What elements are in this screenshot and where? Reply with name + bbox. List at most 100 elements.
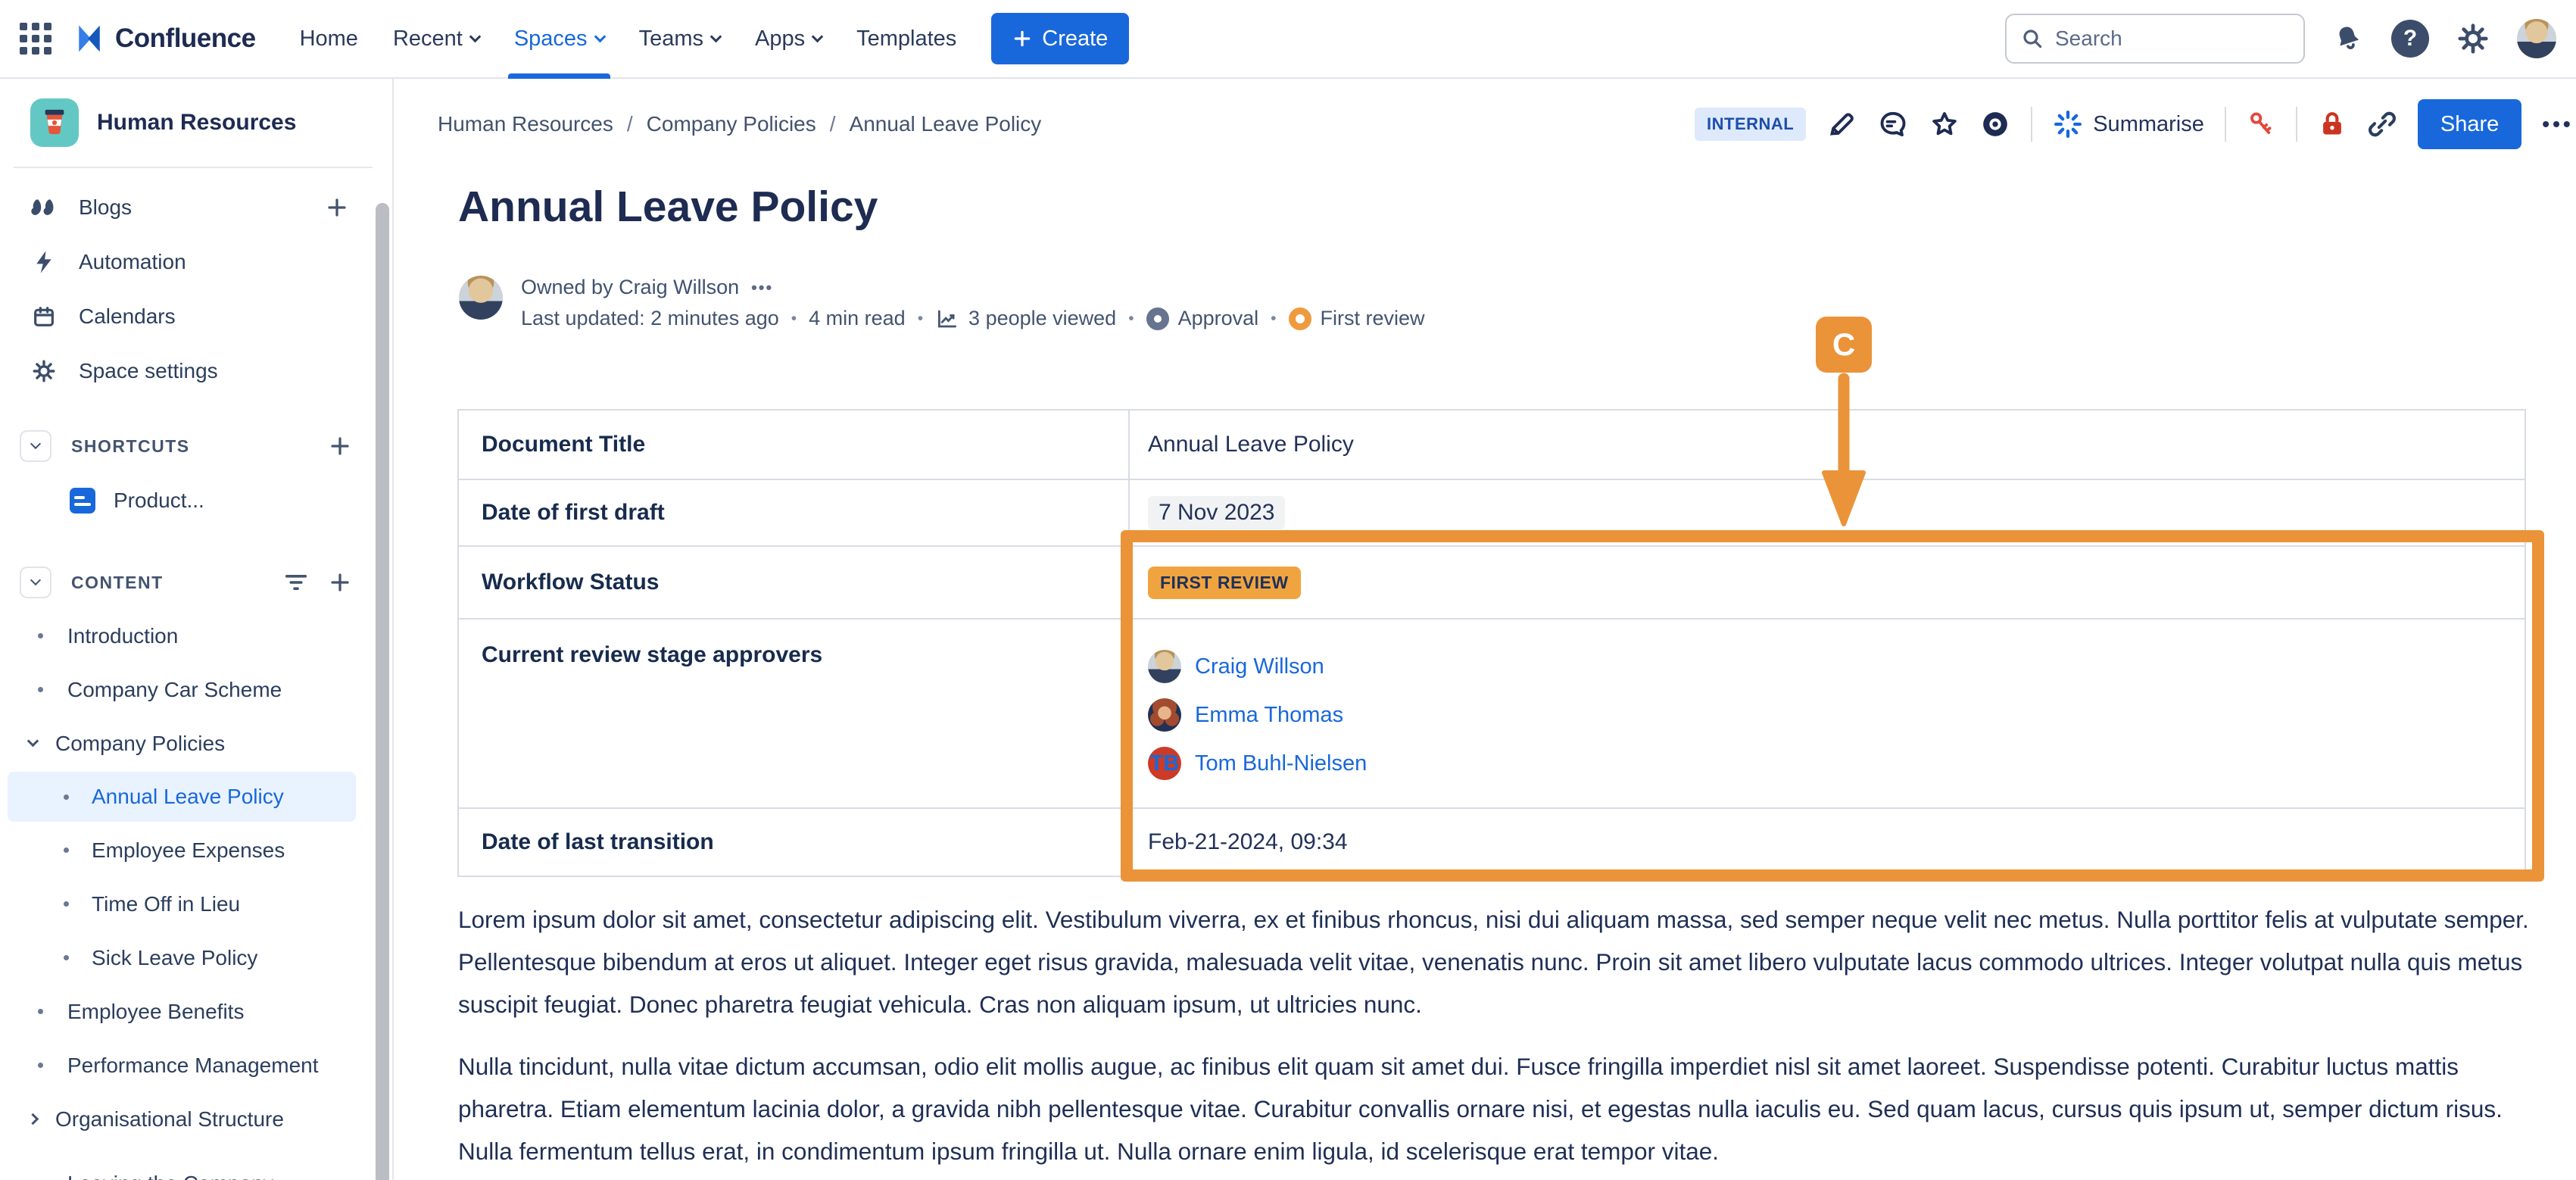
approval-status-icon [1146,307,1169,330]
notifications-bell-icon[interactable] [2332,23,2364,55]
nav-spaces[interactable]: Spaces [514,0,604,77]
sidebar-item-space-settings[interactable]: Space settings [0,344,392,398]
breadcrumb-human-resources[interactable]: Human Resources [438,112,613,136]
space-menu: Blogs Automation Calendars Space setting… [0,168,392,398]
content-tree: Introduction Company Car Scheme Company … [0,609,392,1180]
tree-item-introduction[interactable]: Introduction [0,609,392,663]
tree-item-clipped[interactable]: Leaving the Company [0,1157,392,1180]
more-actions-button[interactable]: ••• [2542,112,2573,136]
nav-templates[interactable]: Templates [856,0,956,77]
content-section-header[interactable]: CONTENT [0,560,392,604]
shortcut-item-product[interactable]: Product... [0,476,392,526]
chevron-right-icon[interactable] [27,1113,39,1125]
owner-avatar[interactable] [459,276,503,320]
space-header[interactable]: Human Resources [0,79,392,167]
date-lozenge[interactable]: 7 Nov 2023 [1148,496,1285,529]
approver-emma-thomas[interactable]: Emma Thomas [1148,691,1367,739]
tree-item-organisational-structure[interactable]: Organisational Structure [0,1092,392,1146]
sidebar-item-automation[interactable]: Automation [0,235,392,289]
nav-recent[interactable]: Recent [393,0,479,77]
add-shortcut-icon[interactable] [329,435,351,457]
logo-text: Confluence [115,23,256,54]
bullet-icon [64,955,69,960]
workflow-status-badge[interactable]: FIRST REVIEW [1148,567,1301,599]
sidebar-scrollbar[interactable] [376,203,389,1180]
classification-badge[interactable]: INTERNAL [1695,108,1806,141]
page-actions: INTERNAL Summarise Share ••• [1695,95,2574,153]
breadcrumb-annual-leave-policy[interactable]: Annual Leave Policy [850,112,1042,136]
table-row: Workflow Status FIRST REVIEW [459,545,2525,618]
workflow-first-review-chip[interactable]: First review [1289,307,1425,330]
copy-link-icon[interactable] [2367,109,2397,139]
nav-apps[interactable]: Apps [755,0,822,77]
tree-item-employee-benefits[interactable]: Employee Benefits [0,985,392,1038]
chevron-down-icon [812,30,824,42]
last-updated-label[interactable]: Last updated: 2 minutes ago [521,307,779,330]
collapse-chevron-icon[interactable] [20,567,51,598]
shortcuts-section-header[interactable]: SHORTCUTS [0,424,392,468]
confluence-logo-icon [73,22,106,55]
restrictions-lock-icon[interactable] [2318,109,2347,139]
help-icon[interactable]: ? [2391,20,2429,58]
workflow-approval-chip[interactable]: Approval [1146,307,1259,330]
user-avatar[interactable] [2517,19,2556,58]
confluence-logo[interactable]: Confluence [73,22,256,55]
chevron-down-icon[interactable] [27,735,39,748]
tree-item-time-off-in-lieu[interactable]: Time Off in Lieu [0,877,392,931]
tree-item-annual-leave-policy[interactable]: Annual Leave Policy [8,772,356,822]
collapse-chevron-icon[interactable] [20,430,51,462]
share-button[interactable]: Share [2418,99,2521,149]
plus-icon [1012,29,1032,48]
table-row: Date of last transition Feb-21-2024, 09:… [459,807,2525,876]
table-label-cell: Date of last transition [459,809,1130,876]
add-blog-icon[interactable] [326,196,348,219]
first-review-status-icon [1289,307,1311,330]
chevron-down-icon [710,30,722,42]
table-label-cell: Current review stage approvers [459,620,1130,807]
watch-icon[interactable] [1980,109,2010,139]
app-switcher-icon[interactable] [20,23,51,55]
approver-craig-willson[interactable]: Craig Willson [1148,642,1367,691]
analytics-views[interactable]: 3 people viewed [935,307,1116,330]
create-button[interactable]: Create [991,13,1129,64]
settings-gear-icon[interactable] [2456,22,2490,55]
page-title: Annual Leave Policy [458,182,878,232]
nav-teams[interactable]: Teams [639,0,720,77]
owner-label: Owned by Craig Willson [521,276,739,299]
approver-tom-buhl-nielsen[interactable]: TB Tom Buhl-Nielsen [1148,739,1367,788]
bullet-icon [64,848,69,853]
search-box[interactable] [2005,14,2305,64]
tree-item-company-policies[interactable]: Company Policies [0,716,392,770]
tree-item-performance-management[interactable]: Performance Management [0,1038,392,1092]
document-properties-table: Document Title Annual Leave Policy Date … [457,409,2526,877]
table-label-cell: Document Title [459,411,1130,479]
table-value-cell: Feb-21-2024, 09:34 [1130,809,2525,876]
add-content-icon[interactable] [329,571,351,594]
search-input[interactable] [2055,27,2267,51]
owner-more-button[interactable]: ••• [751,278,773,298]
page-body-text: Lorem ipsum dolor sit amet, consectetur … [458,898,2534,1172]
tree-item-company-car-scheme[interactable]: Company Car Scheme [0,663,392,716]
summarise-button[interactable]: Summarise [2053,109,2204,139]
chevron-down-icon [594,30,606,42]
edit-pencil-icon[interactable] [1826,109,1857,139]
annotation-arrow-icon [1814,373,1873,530]
table-row: Current review stage approvers Craig Wil… [459,618,2525,807]
divider [2296,107,2297,142]
sidebar-item-calendars[interactable]: Calendars [0,289,392,344]
tree-item-employee-expenses[interactable]: Employee Expenses [0,823,392,877]
top-navigation: Confluence Home Recent Spaces Teams Apps… [0,0,2576,79]
filter-icon[interactable] [283,571,309,594]
table-value-cell: FIRST REVIEW [1130,547,2525,618]
bullet-icon [38,687,43,692]
star-icon[interactable] [1929,109,1960,139]
main-nav-items: Home Recent Spaces Teams Apps Templates [300,0,957,77]
nav-home[interactable]: Home [300,0,358,77]
table-label-cell: Workflow Status [459,547,1130,618]
ai-sparkle-icon [2053,109,2083,139]
sidebar-item-blogs[interactable]: Blogs [0,180,392,235]
tree-item-sick-leave-policy[interactable]: Sick Leave Policy [0,931,392,985]
breadcrumb-company-policies[interactable]: Company Policies [647,112,816,136]
comments-icon[interactable] [1877,109,1909,139]
public-link-key-icon[interactable] [2247,109,2275,139]
